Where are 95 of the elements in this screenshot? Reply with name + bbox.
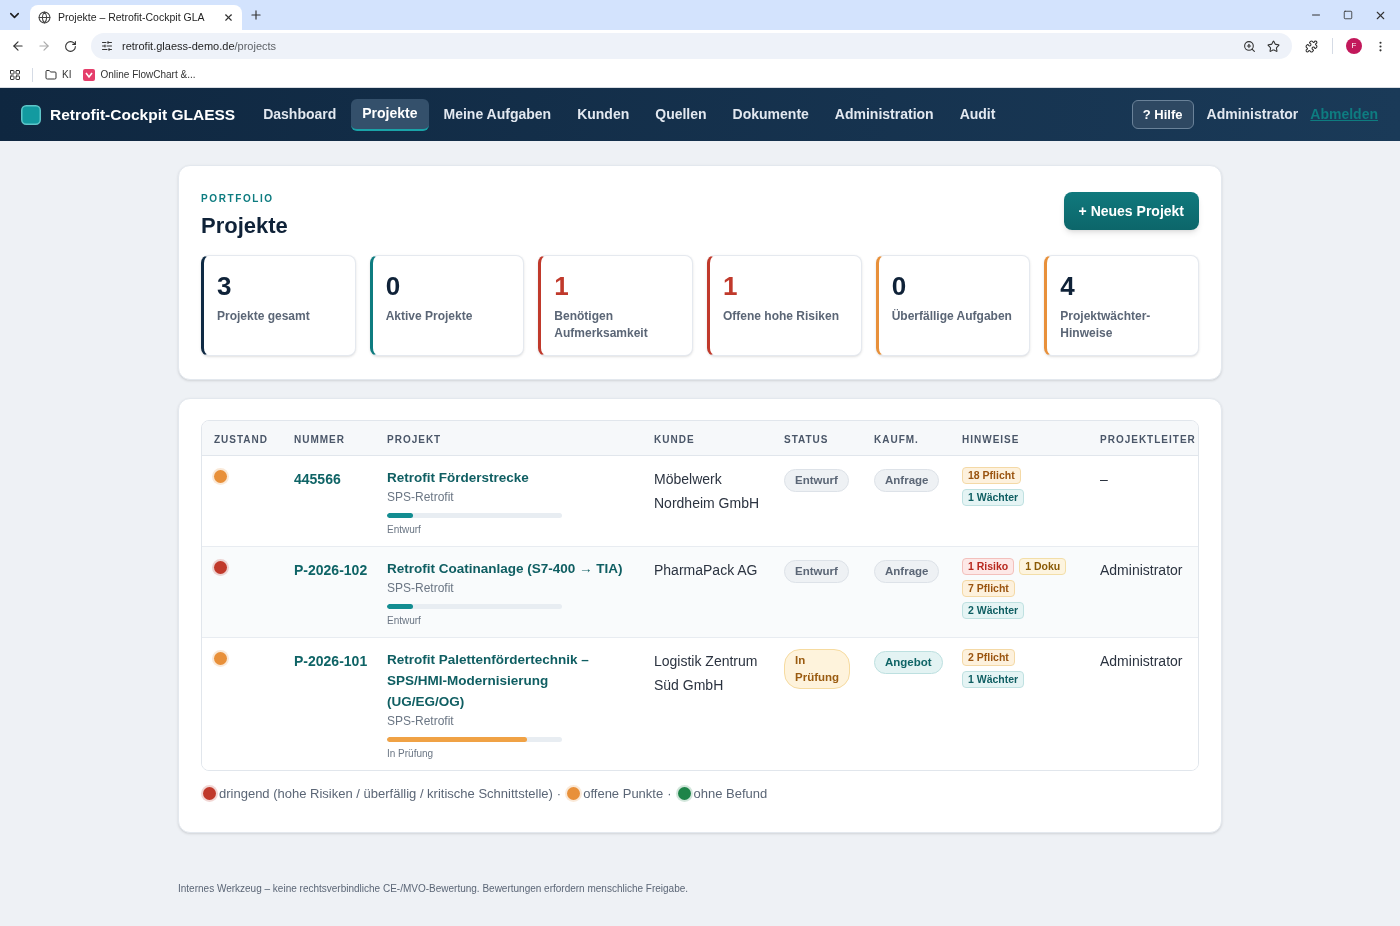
kpi-label: Offene hohe Risiken [723,308,841,325]
nav-tab[interactable]: Administration [823,98,945,131]
site-favicon-icon [83,68,96,81]
legend-label: dringend (hohe Risiken / überfällig / kritische Schnittstelle) [219,784,553,803]
column-header: PROJEKT [387,433,442,445]
kpi-label: Projektwächter-Hinweise [1060,308,1152,342]
hint-tag: 1 Risiko [962,557,1015,575]
hint-tag: 7 Pflicht [962,579,1015,597]
project-type: SPS-Retrofit [387,712,454,730]
user-name: Administrator [1206,105,1299,124]
help-button[interactable]: ? Hilfe [1131,100,1194,129]
nav-tab[interactable]: Audit [948,98,1007,131]
project-link[interactable]: Retrofit Coatinanlage (S7-400 → TIA) [387,557,623,579]
nav-tab[interactable]: Meine Aufgaben [432,98,563,131]
progress-label: In Prüfung [387,746,434,761]
project-number-link[interactable]: 445566 [294,470,341,487]
status-badge: Entwurf [784,468,849,492]
extensions-icon[interactable] [1305,39,1319,53]
url-text: retrofit.glaess-demo.de/projects [122,38,277,54]
back-icon[interactable] [11,39,25,53]
commercial-badge: Anfrage [874,468,940,492]
column-header: HINWEISE [962,433,1020,445]
hint-tag: 1 Wächter [962,488,1025,506]
page-title: Projekte [201,212,288,240]
browser-tab[interactable]: Projekte – Retrofit-Cockpit GLA [30,5,242,30]
footer-note: Internes Werkzeug – keine rechtsverbindliche CE-/MVO-Bewertung. Bewertungen erfordern menschliche Freigabe. [178,882,690,896]
hint-tag: 2 Wächter [962,601,1025,619]
hint-tag: 2 Pflicht [962,648,1015,666]
column-header: PROJEKTLEITER [1100,433,1196,445]
column-header: ZUSTAND [214,433,269,445]
column-header: KUNDE [654,433,695,445]
nav-tab[interactable]: Projekte [351,98,429,131]
hint-tag: 1 Wächter [962,670,1025,688]
kpi-value: 0 [385,270,402,302]
globe-icon [38,11,51,24]
apps-grid-icon[interactable] [9,68,21,81]
status-badge: In Prüfung [784,648,851,689]
kpi-label: Benötigen Aufmerksamkeit [554,308,649,342]
legend-separator: · [556,784,562,803]
customer-name: Logistik Zentrum Süd GmbH [654,652,758,693]
kpi-value: 0 [891,270,908,302]
progress-label: Entwurf [387,613,421,628]
reload-icon[interactable] [64,39,77,53]
nav-tab[interactable]: Kunden [566,98,641,131]
bookmark-label: KI [62,68,72,82]
logo-icon [21,104,41,125]
kpi-label: Aktive Projekte [385,308,474,325]
zoom-icon[interactable] [1243,39,1257,53]
project-link[interactable]: Retrofit Palettenfördertechnik – SPS/HMI-Modernisierung (UG/EG/OG) [387,648,628,712]
project-lead: Administrator [1100,561,1183,578]
nav-tab[interactable]: Quellen [644,98,718,131]
folder-icon [45,68,57,81]
maximize-icon[interactable] [1343,10,1353,20]
kpi-value: 1 [554,270,570,302]
project-type: SPS-Retrofit [387,488,454,506]
customer-name: PharmaPack AG [654,561,758,578]
column-header: KAUFM. [874,433,919,445]
project-number-link[interactable]: P-2026-101 [294,652,368,669]
address-bar[interactable]: retrofit.glaess-demo.de/projects [91,33,1293,59]
kpi-value: 1 [723,270,739,302]
kpi-value: 3 [217,270,233,302]
column-header: NUMMER [294,433,345,445]
profile-avatar[interactable]: F [1346,38,1362,54]
close-icon[interactable] [223,12,234,23]
column-header: STATUS [784,433,829,445]
legend-label: ohne Befund [693,784,768,803]
kpi-value: 4 [1060,270,1076,302]
nav-tab[interactable]: Dashboard [252,98,348,131]
bookmark-star-icon[interactable] [1267,39,1281,53]
commercial-badge: Angebot [874,650,943,674]
progress-label: Entwurf [387,522,421,537]
customer-name: Möbelwerk Nordheim GmbH [654,470,760,511]
brand-name: Retrofit-Cockpit GLAESS [50,104,236,125]
site-settings-icon[interactable] [101,40,113,52]
project-lead: Administrator [1100,652,1183,669]
new-project-button[interactable]: + Neues Projekt [1063,192,1199,230]
status-badge: Entwurf [784,559,849,583]
kpi-label: Überfällige Aufgaben [891,308,1013,325]
nav-tab[interactable]: Dokumente [721,98,820,131]
project-lead: – [1100,470,1108,487]
project-type: SPS-Retrofit [387,579,454,597]
kpi-label: Projekte gesamt [217,308,311,325]
project-number-link[interactable]: P-2026-102 [294,561,368,578]
bookmark-item[interactable]: Online FlowChart &... [83,64,196,85]
bookmark-item[interactable]: KI [45,64,72,85]
section-eyebrow: PORTFOLIO [201,193,275,205]
legend-separator: · [667,784,672,803]
project-link[interactable]: Retrofit Förderstrecke [387,466,529,488]
tab-title: Projekte – Retrofit-Cockpit GLA [58,9,205,25]
bookmark-label: Online FlowChart &... [100,68,196,82]
hint-tag: 1 Doku [1019,557,1067,575]
legend-label: offene Punkte [583,784,664,803]
hint-tag: 18 Pflicht [962,466,1021,484]
new-tab-icon[interactable] [249,8,263,22]
commercial-badge: Anfrage [874,559,940,583]
